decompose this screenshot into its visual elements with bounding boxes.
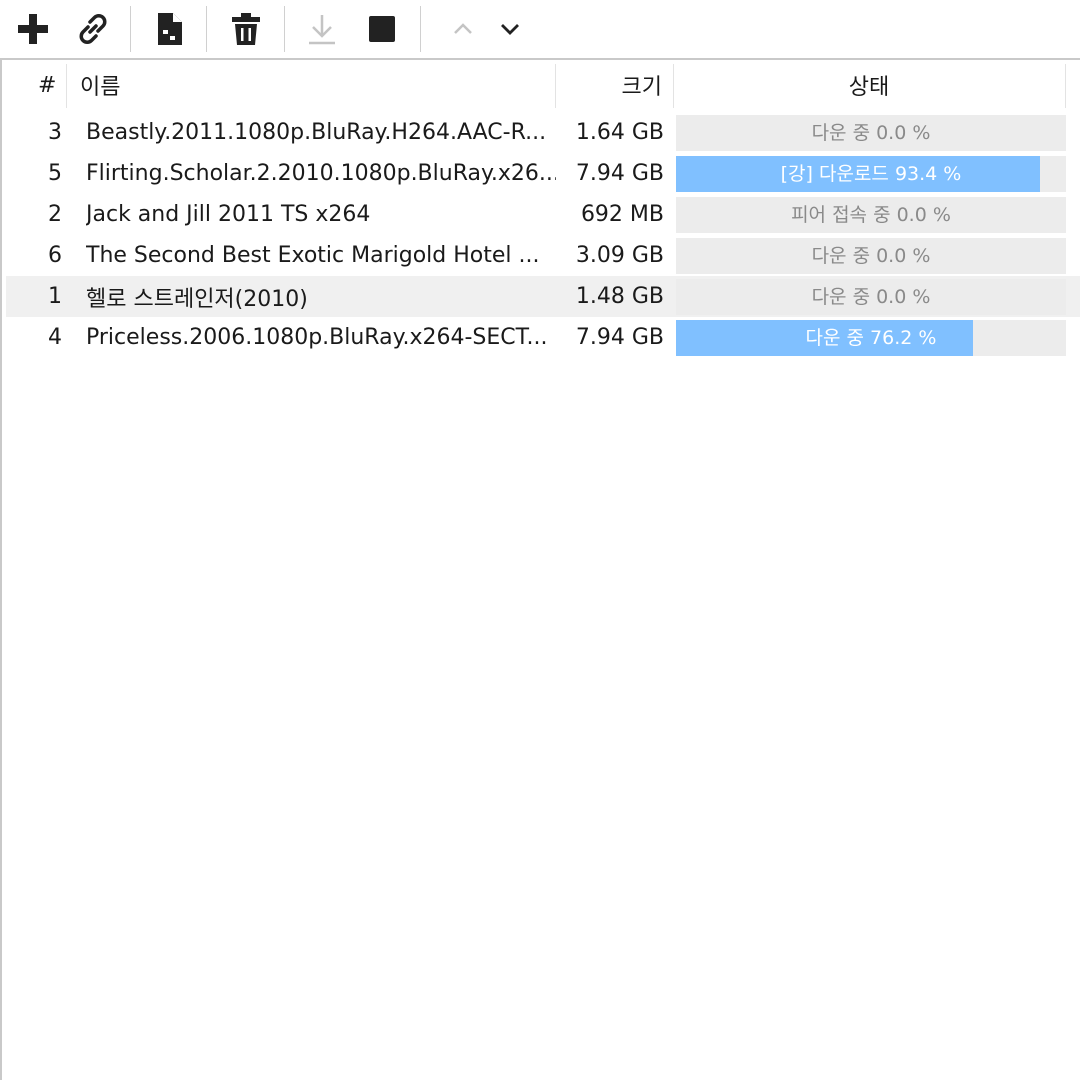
column-header-size[interactable]: 크기 bbox=[562, 60, 662, 110]
torrent-size: 1.48 GB bbox=[575, 284, 664, 309]
table-row[interactable]: 6 The Second Best Exotic Marigold Hotel .… bbox=[6, 235, 1080, 276]
torrent-size: 692 MB bbox=[580, 202, 664, 227]
status-text: 다운 중 76.2 % bbox=[805, 326, 937, 349]
status-text: 다운 중 0.0 % bbox=[811, 121, 931, 144]
status-text: [강] 다운로드 93.4 % bbox=[780, 162, 962, 185]
column-divider[interactable] bbox=[66, 64, 67, 108]
add-torrent-button[interactable] bbox=[13, 8, 53, 50]
table-row[interactable]: 2 Jack and Jill 2011 TS x264 692 MB 피어 접속 중… bbox=[6, 194, 1080, 235]
toolbar-separator bbox=[206, 6, 207, 52]
torrent-size: 3.09 GB bbox=[575, 243, 664, 268]
plus-icon bbox=[18, 14, 48, 44]
row-number: 3 bbox=[48, 120, 62, 145]
torrent-name: Flirting.Scholar.2.2010.1080p.BluRay.x26… bbox=[86, 161, 556, 186]
status-text: 다운 중 0.0 % bbox=[811, 285, 931, 308]
stop-button[interactable] bbox=[362, 8, 402, 50]
toolbar bbox=[0, 0, 1080, 58]
file-button[interactable] bbox=[150, 8, 190, 50]
status-progress-bar: 다운 중 76.2 % bbox=[676, 320, 1066, 356]
column-header-status[interactable]: 상태 bbox=[674, 60, 1064, 110]
trash-icon bbox=[232, 13, 260, 45]
column-header-number[interactable]: # bbox=[38, 60, 62, 110]
torrent-name: 헬로 스트레인저(2010) bbox=[86, 286, 308, 312]
table-row[interactable]: 4 Priceless.2006.1080p.BluRay.x264-SECT..… bbox=[6, 317, 1080, 358]
status-progress-bar: 피어 접속 중 0.0 % bbox=[676, 197, 1066, 233]
row-number: 2 bbox=[48, 202, 62, 227]
column-divider[interactable] bbox=[555, 64, 556, 108]
row-number: 1 bbox=[48, 284, 62, 309]
download-button[interactable] bbox=[302, 8, 342, 50]
row-number: 4 bbox=[48, 325, 62, 350]
status-progress-bar: [강] 다운로드 93.4 % bbox=[676, 156, 1066, 192]
torrent-name: Priceless.2006.1080p.BluRay.x264-SECT... bbox=[86, 325, 548, 350]
row-number: 5 bbox=[48, 161, 62, 186]
link-icon bbox=[79, 14, 107, 44]
torrent-name: The Second Best Exotic Marigold Hotel ..… bbox=[86, 243, 540, 268]
torrent-name: Jack and Jill 2011 TS x264 bbox=[86, 202, 371, 227]
chevron-up-icon bbox=[454, 23, 472, 34]
torrent-size: 1.64 GB bbox=[575, 120, 664, 145]
table-row[interactable]: 5 Flirting.Scholar.2.2010.1080p.BluRay.x2… bbox=[6, 153, 1080, 194]
download-arrow-icon bbox=[309, 15, 335, 45]
torrent-list[interactable]: # 이름 크기 상태 3 Beastly.2011.1080p.BluRay.H2… bbox=[0, 58, 1080, 1080]
status-text: 피어 접속 중 0.0 % bbox=[791, 203, 951, 226]
chevron-down-icon bbox=[501, 24, 519, 35]
column-divider[interactable] bbox=[1065, 64, 1066, 108]
add-link-button[interactable] bbox=[73, 8, 113, 50]
toolbar-separator bbox=[284, 6, 285, 52]
move-down-button[interactable] bbox=[490, 8, 530, 50]
status-progress-bar: 다운 중 0.0 % bbox=[676, 279, 1066, 315]
torrent-size: 7.94 GB bbox=[575, 161, 664, 186]
row-number: 6 bbox=[48, 243, 62, 268]
stop-square-icon bbox=[369, 16, 395, 42]
table-row[interactable]: 3 Beastly.2011.1080p.BluRay.H264.AAC-R...… bbox=[6, 112, 1080, 153]
column-header-name[interactable]: 이름 bbox=[80, 60, 550, 110]
torrent-name: Beastly.2011.1080p.BluRay.H264.AAC-R... bbox=[86, 120, 547, 145]
status-text: 다운 중 0.0 % bbox=[811, 244, 931, 267]
delete-button[interactable] bbox=[226, 8, 266, 50]
file-icon bbox=[158, 13, 182, 45]
toolbar-separator bbox=[420, 6, 421, 52]
table-row[interactable]: 1 헬로 스트레인저(2010) 1.48 GB 다운 중 0.0 % bbox=[6, 276, 1080, 317]
status-progress-bar: 다운 중 0.0 % bbox=[676, 238, 1066, 274]
move-up-button[interactable] bbox=[443, 8, 483, 50]
toolbar-separator bbox=[130, 6, 131, 52]
torrent-size: 7.94 GB bbox=[575, 325, 664, 350]
status-progress-bar: 다운 중 0.0 % bbox=[676, 115, 1066, 151]
